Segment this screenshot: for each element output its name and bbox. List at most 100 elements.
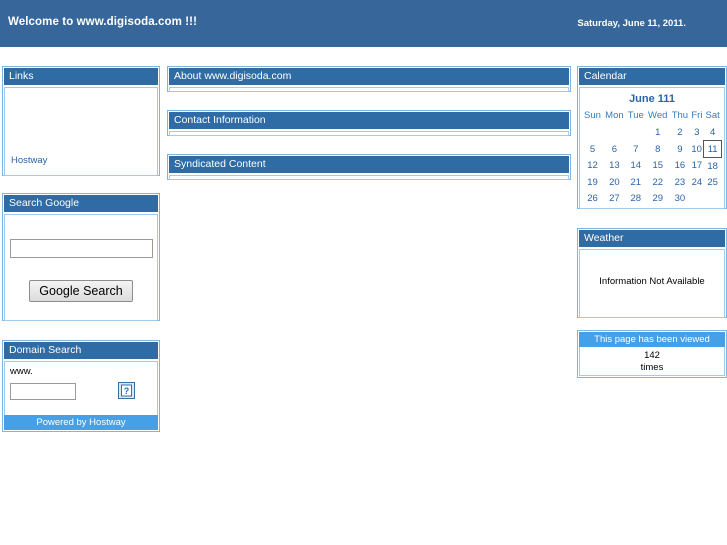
calendar-day-link[interactable]: 15 bbox=[652, 160, 663, 171]
calendar-day[interactable]: 29 bbox=[646, 190, 670, 206]
broken-image-icon[interactable]: ? bbox=[118, 382, 135, 399]
calendar-day[interactable]: 21 bbox=[626, 174, 646, 190]
www-prefix-label: www. bbox=[10, 366, 33, 377]
calendar-day[interactable]: 20 bbox=[603, 174, 626, 190]
calendar-day-link[interactable]: 3 bbox=[694, 127, 699, 138]
domain-search-input[interactable] bbox=[10, 383, 76, 400]
google-search-input[interactable] bbox=[9, 239, 153, 258]
calendar-day-link[interactable]: 29 bbox=[652, 193, 663, 204]
calendar-day-link[interactable]: 13 bbox=[609, 160, 620, 171]
calendar-weekday-row: Sun Mon Tue Wed Thu Fri Sat bbox=[582, 109, 722, 124]
page-counter-unit: times bbox=[640, 362, 664, 373]
calendar-day-link[interactable]: 12 bbox=[587, 160, 598, 171]
calendar-weekday: Wed bbox=[648, 110, 668, 121]
about-panel-title: About www.digisoda.com bbox=[169, 68, 569, 85]
domain-search-panel: Domain Search www. ? Powered by Hostway bbox=[2, 340, 160, 432]
calendar-day-link[interactable]: 9 bbox=[677, 144, 682, 155]
google-search-button[interactable]: Google Search bbox=[29, 280, 133, 302]
calendar-panel: Calendar June 111 Sun Mon Tue Wed Thu Fr… bbox=[577, 66, 727, 209]
calendar-day[interactable]: 24 bbox=[690, 174, 704, 190]
calendar-week-row: 26 27 28 29 30 bbox=[582, 190, 722, 206]
calendar-day-link[interactable]: 26 bbox=[587, 193, 598, 204]
calendar-day[interactable]: 17 bbox=[690, 158, 704, 175]
contact-information-panel-body bbox=[169, 131, 569, 136]
calendar-day-link[interactable]: 17 bbox=[692, 160, 703, 171]
svg-text:?: ? bbox=[124, 386, 130, 396]
links-list: Hostway bbox=[11, 155, 47, 166]
calendar-day[interactable]: 19 bbox=[582, 174, 603, 190]
calendar-day[interactable]: 4 bbox=[704, 124, 722, 141]
calendar-day[interactable]: 23 bbox=[670, 174, 690, 190]
calendar-day-link[interactable]: 7 bbox=[633, 144, 638, 155]
calendar-body: 1 2 3 4 5 6 7 8 9 10 11 12 13 14 15 16 17 18 19 20 21 22 23 24 2… bbox=[582, 124, 722, 206]
calendar-day[interactable]: 1 bbox=[646, 124, 670, 141]
link-item-hostway[interactable]: Hostway bbox=[11, 155, 47, 166]
calendar-day-empty bbox=[626, 124, 646, 141]
calendar-week-row: 1 2 34 bbox=[582, 124, 722, 141]
calendar-day-link[interactable]: 16 bbox=[675, 160, 686, 171]
page-counter-title: This page has been viewed bbox=[579, 332, 725, 347]
calendar-day-link[interactable]: 10 bbox=[691, 144, 702, 155]
search-google-panel-title: Search Google bbox=[4, 195, 158, 212]
calendar-day[interactable]: 6 bbox=[603, 141, 626, 158]
calendar-day-link[interactable]: 20 bbox=[609, 177, 620, 188]
calendar-day[interactable]: 5 bbox=[582, 141, 603, 158]
calendar-day-empty bbox=[603, 124, 626, 141]
calendar-day[interactable]: 15 bbox=[646, 158, 670, 175]
calendar-day-link[interactable]: 1 bbox=[655, 127, 660, 138]
calendar-day-link[interactable]: 23 bbox=[675, 177, 686, 188]
calendar-day[interactable]: 30 bbox=[670, 190, 690, 206]
calendar-weekday: Sun bbox=[584, 110, 601, 121]
calendar-day-link[interactable]: 2 bbox=[677, 127, 682, 138]
contact-information-panel-title: Contact Information bbox=[169, 112, 569, 129]
calendar-day-link[interactable]: 27 bbox=[609, 193, 620, 204]
calendar-day-link[interactable]: 21 bbox=[631, 177, 642, 188]
calendar-day[interactable]: 25 bbox=[704, 174, 722, 190]
weather-panel-body: Information Not Available bbox=[579, 249, 725, 318]
calendar-day-link[interactable]: 28 bbox=[631, 193, 642, 204]
syndicated-content-panel-title: Syndicated Content bbox=[169, 156, 569, 173]
calendar-day-link[interactable]: 4 bbox=[710, 127, 715, 138]
banner-title: Welcome to www.digisoda.com !!! bbox=[8, 16, 198, 28]
calendar-day[interactable]: 10 bbox=[690, 141, 704, 158]
calendar-day[interactable]: 9 bbox=[670, 141, 690, 158]
calendar-weekday: Fri bbox=[691, 110, 703, 121]
calendar-day[interactable]: 26 bbox=[582, 190, 603, 206]
syndicated-content-panel-body bbox=[169, 175, 569, 180]
page-counter-panel: This page has been viewed 142 times bbox=[577, 330, 727, 378]
calendar-day-link[interactable]: 8 bbox=[655, 144, 660, 155]
calendar-day-link[interactable]: 24 bbox=[692, 177, 703, 188]
calendar-day[interactable]: 2 bbox=[670, 124, 690, 141]
calendar-day[interactable]: 12 bbox=[582, 158, 603, 175]
calendar-day-link[interactable]: 14 bbox=[631, 160, 642, 171]
calendar-day-link[interactable]: 22 bbox=[652, 177, 663, 188]
banner-date: Saturday, June 11, 2011. bbox=[577, 18, 686, 29]
calendar-day-link[interactable]: 25 bbox=[707, 177, 718, 188]
calendar-grid: Sun Mon Tue Wed Thu Fri Sat 1 2 3 4 5 6 7 8 9 10 1… bbox=[582, 109, 722, 206]
calendar-weekday: Sat bbox=[705, 110, 720, 121]
calendar-day[interactable]: 7 bbox=[626, 141, 646, 158]
calendar-day[interactable]: 3 bbox=[690, 124, 704, 141]
calendar-weekday: Tue bbox=[627, 110, 644, 121]
weather-panel: Weather Information Not Available bbox=[577, 228, 727, 318]
search-google-panel-body: Google Search bbox=[4, 214, 158, 321]
calendar-day-link[interactable]: 5 bbox=[590, 144, 595, 155]
contact-information-panel: Contact Information bbox=[167, 110, 571, 136]
calendar-day[interactable]: 27 bbox=[603, 190, 626, 206]
calendar-day-link[interactable]: 30 bbox=[675, 193, 686, 204]
calendar-day[interactable]: 8 bbox=[646, 141, 670, 158]
calendar-day[interactable]: 22 bbox=[646, 174, 670, 190]
calendar-day[interactable]: 28 bbox=[626, 190, 646, 206]
calendar-month-title: June 111 bbox=[629, 93, 675, 105]
calendar-day[interactable]: 11 bbox=[703, 140, 722, 158]
calendar-day[interactable]: 16 bbox=[670, 158, 690, 175]
calendar-day-link[interactable]: 6 bbox=[612, 144, 617, 155]
calendar-day-link[interactable]: 18 bbox=[707, 161, 718, 172]
domain-search-panel-body: www. ? bbox=[4, 361, 158, 416]
calendar-day[interactable]: 14 bbox=[626, 158, 646, 175]
calendar-day[interactable]: 13 bbox=[603, 158, 626, 175]
calendar-day[interactable]: 18 bbox=[704, 158, 722, 175]
calendar-panel-title: Calendar bbox=[579, 68, 725, 85]
calendar-day-link[interactable]: 19 bbox=[587, 177, 598, 188]
calendar-day-link[interactable]: 11 bbox=[708, 144, 718, 155]
